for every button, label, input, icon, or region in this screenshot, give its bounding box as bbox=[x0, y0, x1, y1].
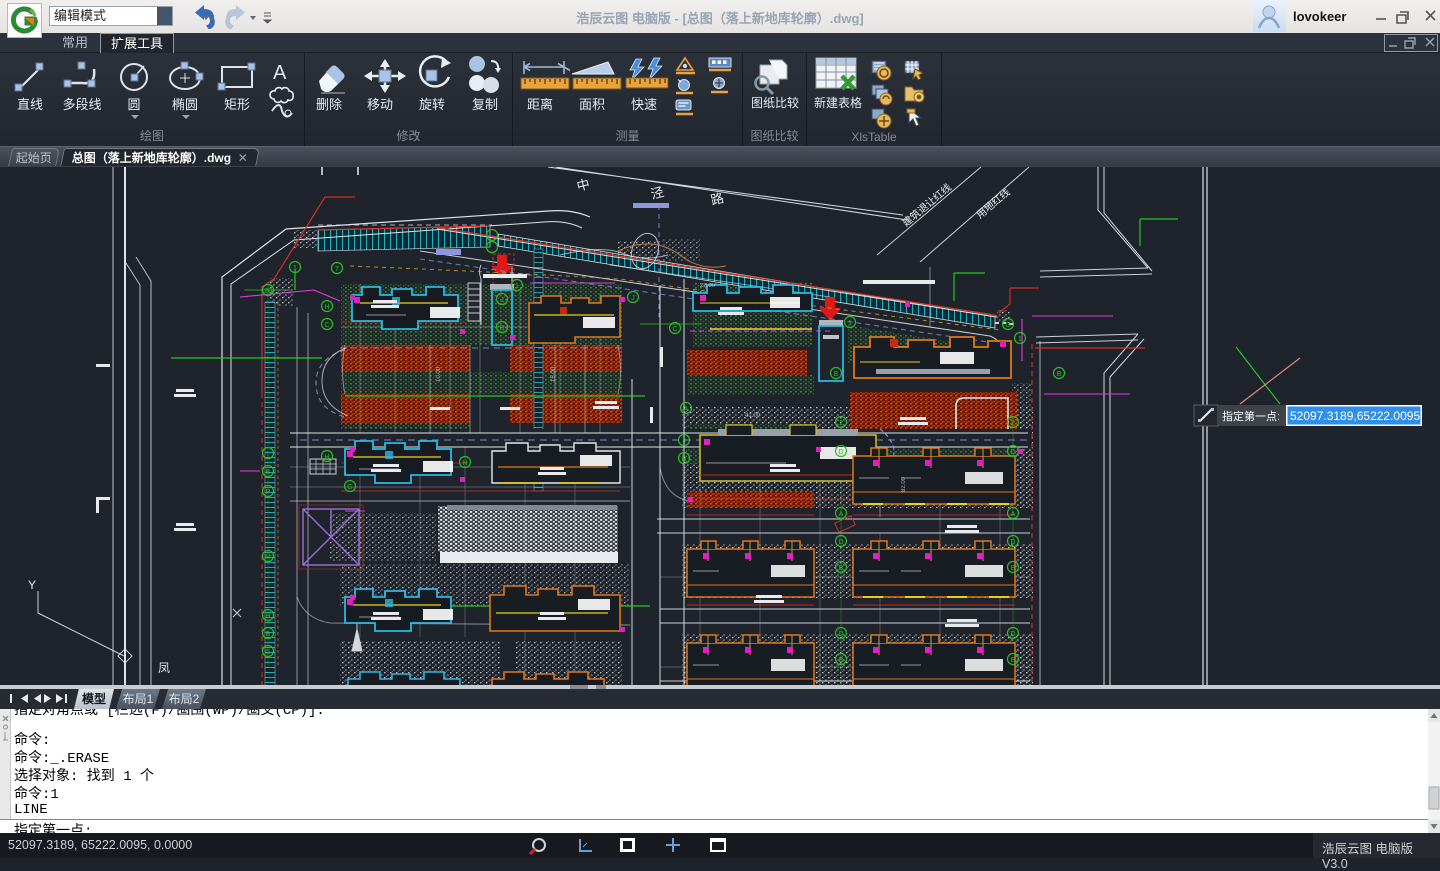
svg-text:J: J bbox=[631, 295, 635, 302]
svg-text:B: B bbox=[834, 371, 839, 378]
svg-text:B: B bbox=[500, 325, 505, 332]
svg-text:A: A bbox=[684, 406, 689, 413]
svg-text:82.00: 82.00 bbox=[901, 476, 907, 492]
svg-text:B: B bbox=[266, 469, 271, 476]
svg-text:A: A bbox=[839, 511, 844, 518]
svg-text:28.00: 28.00 bbox=[700, 283, 716, 289]
svg-text:A: A bbox=[1011, 511, 1016, 518]
svg-text:G: G bbox=[1005, 322, 1010, 329]
svg-text:B: B bbox=[1057, 371, 1062, 378]
svg-text:H: H bbox=[324, 304, 329, 311]
svg-text:D: D bbox=[1010, 631, 1015, 638]
svg-text:G: G bbox=[265, 649, 270, 656]
svg-text:B: B bbox=[1011, 657, 1016, 664]
svg-text:7: 7 bbox=[335, 266, 339, 273]
svg-text:H: H bbox=[265, 613, 270, 620]
svg-text:M: M bbox=[265, 554, 271, 561]
svg-text:B: B bbox=[266, 631, 271, 638]
svg-text:2: 2 bbox=[1011, 420, 1015, 427]
svg-text:1: 1 bbox=[848, 320, 852, 327]
svg-text:D: D bbox=[1010, 449, 1015, 456]
svg-text:15.00: 15.00 bbox=[551, 366, 557, 382]
svg-text:指定第一点:: 指定第一点: bbox=[1222, 409, 1280, 423]
svg-text:G: G bbox=[347, 484, 352, 491]
svg-text:1: 1 bbox=[293, 265, 297, 272]
svg-text:B: B bbox=[839, 657, 844, 664]
svg-text:52097.3189,65222.0095: 52097.3189,65222.0095 bbox=[1290, 409, 1420, 423]
svg-text:D: D bbox=[1010, 539, 1015, 546]
svg-text:41.00: 41.00 bbox=[745, 413, 761, 419]
svg-text:D: D bbox=[838, 449, 843, 456]
svg-text:B: B bbox=[1011, 565, 1016, 572]
svg-text:D: D bbox=[838, 539, 843, 546]
svg-text:1: 1 bbox=[1018, 336, 1022, 343]
svg-text:D: D bbox=[838, 631, 843, 638]
svg-text:C: C bbox=[324, 322, 329, 329]
svg-text:J: J bbox=[682, 438, 686, 445]
svg-text:Y: Y bbox=[28, 578, 36, 592]
svg-text:1: 1 bbox=[839, 420, 843, 427]
svg-text:C: C bbox=[672, 326, 677, 333]
svg-text:H: H bbox=[324, 454, 329, 461]
svg-text:J: J bbox=[500, 297, 504, 304]
svg-text:1: 1 bbox=[515, 283, 519, 290]
svg-text:A: A bbox=[273, 62, 287, 84]
svg-text:B: B bbox=[839, 565, 844, 572]
svg-text:P: P bbox=[266, 489, 271, 496]
svg-text:10.00: 10.00 bbox=[436, 366, 442, 382]
svg-text:B: B bbox=[682, 456, 687, 463]
svg-text:凤: 凤 bbox=[158, 661, 170, 675]
svg-text:20: 20 bbox=[264, 288, 272, 295]
svg-text:H: H bbox=[462, 460, 467, 467]
svg-text:I: I bbox=[267, 451, 269, 458]
